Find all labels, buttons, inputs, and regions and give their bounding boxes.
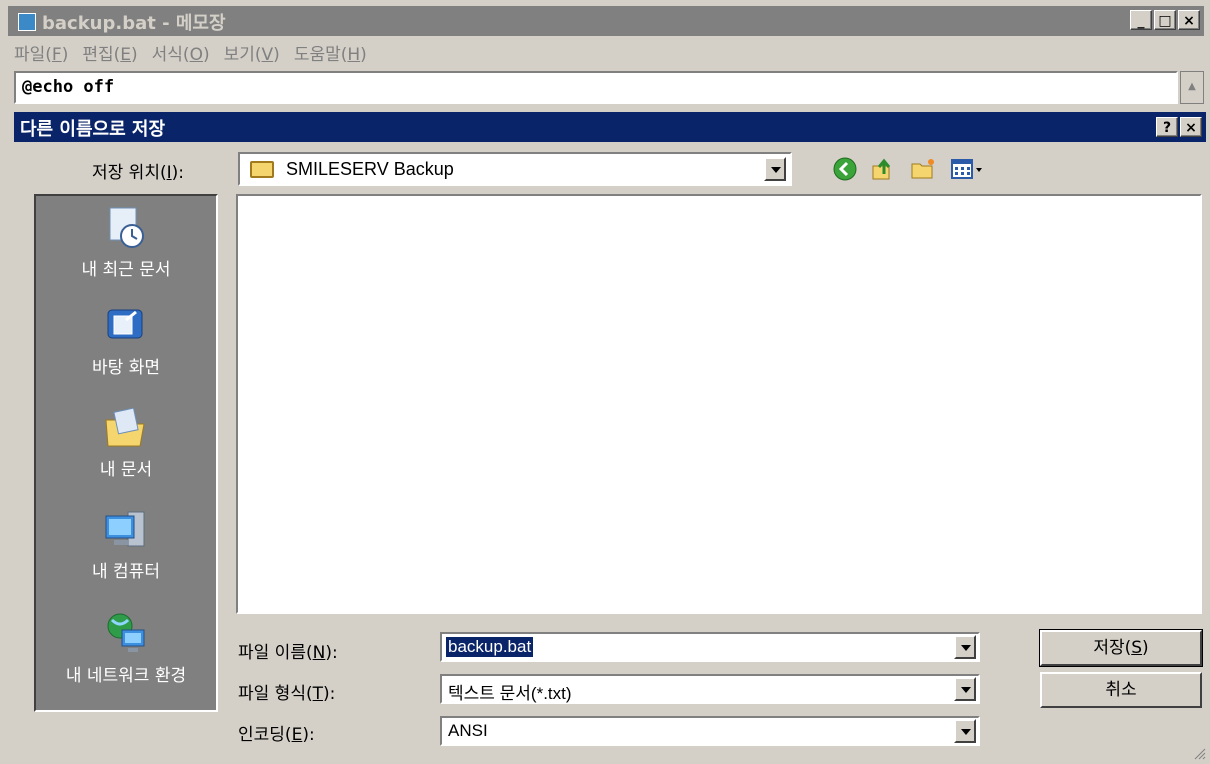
network-places-icon <box>107 613 145 652</box>
notepad-vertical-scrollbar[interactable]: ▲ <box>1180 71 1204 104</box>
encoding-dropdown[interactable]: ANSI <box>440 716 980 746</box>
chevron-down-icon[interactable] <box>954 677 976 701</box>
notepad-menu-bar: 파일(F) 편집(E) 서식(O) 보기(V) 도움말(H) <box>8 38 1204 66</box>
place-label: 내 네트워크 환경 <box>65 666 187 686</box>
notepad-title-bar: backup.bat - 메모장 _ □ × <box>8 6 1204 36</box>
scroll-up-arrow-icon[interactable]: ▲ <box>1181 72 1203 102</box>
maximize-button[interactable]: □ <box>1154 10 1176 30</box>
save-in-label: 저장 위치(I): <box>92 163 184 183</box>
place-my-computer[interactable]: 내 컴퓨터 <box>36 506 216 582</box>
place-my-documents[interactable]: 내 문서 <box>36 404 216 480</box>
place-recent-documents[interactable]: 내 최근 문서 <box>36 204 216 280</box>
place-desktop[interactable]: 바탕 화면 <box>36 302 216 378</box>
up-folder-icon[interactable] <box>870 156 896 182</box>
chevron-down-icon[interactable] <box>764 157 786 181</box>
file-list-view[interactable] <box>236 194 1202 614</box>
dialog-title-bar: 다른 이름으로 저장 ? × <box>14 112 1206 142</box>
menu-help[interactable]: 도움말(H) <box>288 38 375 66</box>
help-button[interactable]: ? <box>1156 117 1178 137</box>
place-label: 내 문서 <box>99 460 153 480</box>
encoding-value: ANSI <box>448 721 488 740</box>
folder-icon <box>250 161 274 178</box>
place-label: 내 컴퓨터 <box>92 562 160 582</box>
filename-label: 파일 이름(N): <box>238 643 338 663</box>
notepad-window-title: backup.bat - 메모장 <box>42 13 226 34</box>
cancel-button[interactable]: 취소 <box>1040 672 1202 708</box>
menu-file[interactable]: 파일(F) <box>8 38 76 66</box>
places-bar: 내 최근 문서 바탕 화면 내 문서 내 컴퓨터 내 네트워크 환경 <box>34 194 218 712</box>
save-button[interactable]: 저장(S) <box>1039 629 1203 667</box>
place-network[interactable]: 내 네트워크 환경 <box>36 610 216 686</box>
new-folder-icon[interactable] <box>910 156 936 182</box>
desktop-icon <box>107 309 143 339</box>
place-label: 내 최근 문서 <box>81 260 171 280</box>
place-label: 바탕 화면 <box>92 358 160 378</box>
notepad-app-icon <box>18 13 36 31</box>
save-in-dropdown[interactable]: SMILESERV Backup <box>238 152 792 186</box>
chevron-down-icon[interactable] <box>954 719 976 743</box>
minimize-button[interactable]: _ <box>1130 10 1152 30</box>
my-computer-icon <box>105 511 145 547</box>
back-arrow-icon[interactable] <box>832 156 858 182</box>
filetype-value: 텍스트 문서(*.txt) <box>448 684 572 703</box>
save-as-dialog: 다른 이름으로 저장 ? × 저장 위치(I): SMILESERV Backu… <box>10 108 1210 764</box>
save-in-value: SMILESERV Backup <box>286 159 454 179</box>
my-documents-icon <box>105 407 145 447</box>
menu-format[interactable]: 서식(O) <box>146 38 218 66</box>
menu-view[interactable]: 보기(V) <box>218 38 288 66</box>
filename-value: backup.bat <box>446 637 534 657</box>
filetype-dropdown[interactable]: 텍스트 문서(*.txt) <box>440 674 980 704</box>
views-menu-icon[interactable] <box>950 156 990 182</box>
chevron-down-icon[interactable] <box>954 635 976 659</box>
filename-input[interactable]: backup.bat <box>440 632 980 662</box>
filetype-label: 파일 형식(T): <box>238 684 336 704</box>
resize-grip-icon[interactable] <box>1192 746 1206 760</box>
recent-documents-icon <box>109 207 144 248</box>
close-button[interactable]: × <box>1178 10 1200 30</box>
notepad-text-area[interactable]: @echo off <box>14 71 1178 104</box>
dialog-close-button[interactable]: × <box>1180 117 1202 137</box>
encoding-label: 인코딩(E): <box>238 725 315 745</box>
dialog-title: 다른 이름으로 저장 <box>20 119 166 140</box>
menu-edit[interactable]: 편집(E) <box>76 38 145 66</box>
